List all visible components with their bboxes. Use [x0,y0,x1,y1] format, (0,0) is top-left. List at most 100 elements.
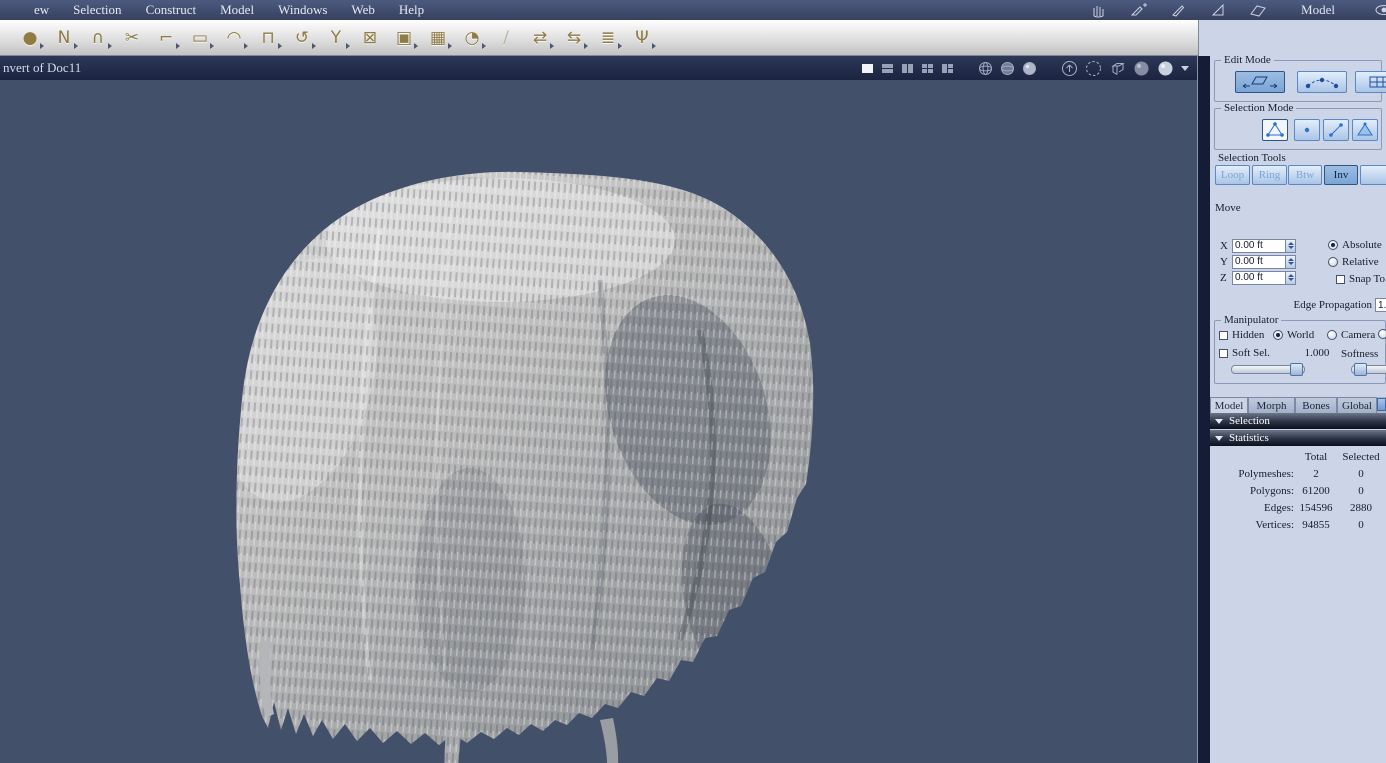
relative-radio[interactable] [1328,257,1338,267]
tool-flip-button[interactable]: ⇆ [560,23,588,52]
perspective-box-icon[interactable] [1109,60,1126,77]
absolute-option[interactable]: Absolute [1328,239,1382,251]
menu-construct[interactable]: Construct [134,2,209,18]
face-icon [1357,122,1373,136]
main-area: nvert of Doc11 Edit Mode Selection Mode … [0,56,1386,763]
selection-mode-vertices-button[interactable] [1262,119,1288,141]
menu-view[interactable]: ew [22,2,61,18]
softness-slider-thumb[interactable] [1354,363,1367,376]
soft-sel-slider[interactable] [1231,363,1305,376]
pan-hand-icon[interactable] [1089,1,1107,19]
split-vertical-view-icon[interactable] [901,62,914,75]
x-spinner[interactable] [1286,238,1296,253]
selection-mode-edge-button[interactable] [1323,119,1349,141]
tool-curves-button[interactable]: N [50,23,78,52]
three-view-icon[interactable] [941,62,954,75]
menu-windows[interactable]: Windows [266,2,339,18]
tool-sphere-button[interactable]: ● [16,23,44,52]
tool-lathe-button[interactable]: Y [322,23,350,52]
tool-rectangle-button[interactable]: ▭ [186,23,214,52]
relative-option[interactable]: Relative [1328,256,1379,268]
menu-web[interactable]: Web [339,2,387,18]
tool-slice-button[interactable]: ◔ [458,23,486,52]
extra-selection-button[interactable] [1360,165,1386,185]
section-statistics[interactable]: Statistics [1210,430,1386,446]
quad-view-icon[interactable] [921,62,934,75]
display-dropdown-icon[interactable] [1181,65,1189,71]
hidden-checkbox[interactable] [1219,330,1228,340]
tool-scissors-button[interactable]: ✂ [118,23,146,52]
wireframe-sphere-icon[interactable] [978,61,993,76]
dark-sphere-icon[interactable] [1133,60,1150,77]
world-radio[interactable] [1273,330,1283,340]
tool-bridge-button[interactable]: ≣ [594,23,622,52]
tab-global[interactable]: Global [1337,397,1377,413]
move-x-row: X 0.00 ft [1220,238,1296,253]
absolute-radio[interactable] [1328,240,1338,250]
package-icon: ▦ [429,27,447,48]
y-spinner[interactable] [1286,254,1296,269]
twist-icon: ↺ [294,27,310,48]
pen-plus-icon[interactable] [1129,1,1148,19]
sail-plane-icon[interactable] [1209,1,1227,19]
edit-mode-uv-button[interactable] [1355,71,1386,93]
soft-sel-checkbox[interactable] [1219,348,1228,358]
invert-button[interactable]: Inv [1324,165,1358,185]
tool-extrude-button[interactable]: ⊓ [254,23,282,52]
panel-divider[interactable] [1197,56,1210,763]
tool-package-button[interactable]: ▦ [424,23,452,52]
split-horizontal-view-icon[interactable] [881,62,894,75]
z-value-field[interactable]: 0.00 ft [1232,270,1286,285]
tab-bones[interactable]: Bones [1295,397,1337,413]
eye-icon[interactable] [1375,1,1386,19]
screen-radio[interactable] [1378,329,1386,339]
tool-dome-button[interactable]: ◠ [220,23,248,52]
softness-slider[interactable] [1351,363,1386,376]
y-value-field[interactable]: 0.00 ft [1232,254,1286,269]
snap-checkbox[interactable] [1336,274,1345,284]
smooth-sphere-icon[interactable] [1022,61,1037,76]
dashed-circle-icon[interactable] [1085,60,1102,77]
loop-button[interactable]: Loop [1215,165,1250,185]
menu-selection[interactable]: Selection [61,2,133,18]
surface-plane-icon[interactable] [1249,1,1267,19]
soft-sel-slider-thumb[interactable] [1290,363,1303,376]
light-sphere-icon[interactable] [1157,60,1174,77]
tool-symmetry-button[interactable]: Ψ [628,23,656,52]
properties-panel: Edit Mode Selection Mode Selection Tools… [1210,56,1386,763]
tool-sweep-button[interactable]: ⇄ [526,23,554,52]
section-selection[interactable]: Selection [1210,413,1386,429]
pen-icon[interactable] [1169,1,1187,19]
world-option[interactable]: World [1273,329,1314,341]
ring-button[interactable]: Ring [1252,165,1287,185]
tool-magnet-button[interactable]: ∩ [84,23,112,52]
snap-option[interactable]: Snap To G [1336,273,1386,285]
hidden-option[interactable]: Hidden [1219,329,1264,341]
tool-twist-button[interactable]: ↺ [288,23,316,52]
tab-morph[interactable]: Morph [1248,397,1295,413]
tab-model[interactable]: Model [1210,397,1248,413]
edit-mode-object-button[interactable] [1235,71,1285,93]
between-button[interactable]: Btw [1288,165,1322,185]
selection-mode-point-button[interactable] [1294,119,1320,141]
tool-polyline-button[interactable]: ⌐ [152,23,180,52]
shaded-sphere-icon[interactable] [1000,61,1015,76]
z-spinner[interactable] [1286,270,1296,285]
tool-cube-button[interactable]: ▣ [390,23,418,52]
single-view-icon[interactable] [861,62,874,75]
edit-mode-tweak-button[interactable] [1297,71,1347,93]
x-value-field[interactable]: 0.00 ft [1232,238,1286,253]
camera-radio[interactable] [1327,330,1337,340]
edge-propagation-field[interactable]: 1. [1375,298,1386,312]
camera-option[interactable]: Camera [1327,329,1375,341]
menu-help[interactable]: Help [387,2,436,18]
selection-mode-face-button[interactable] [1352,119,1378,141]
panel-scroll-button[interactable] [1377,398,1386,411]
viewport-3d[interactable] [0,80,1197,763]
lathe-icon: Y [330,27,342,48]
tool-delete-button[interactable]: ⊠ [356,23,384,52]
soft-sel-option[interactable]: Soft Sel. [1219,347,1270,359]
orbit-up-icon[interactable] [1061,60,1078,77]
menu-model[interactable]: Model [208,2,266,18]
hair-model[interactable] [0,80,1197,763]
